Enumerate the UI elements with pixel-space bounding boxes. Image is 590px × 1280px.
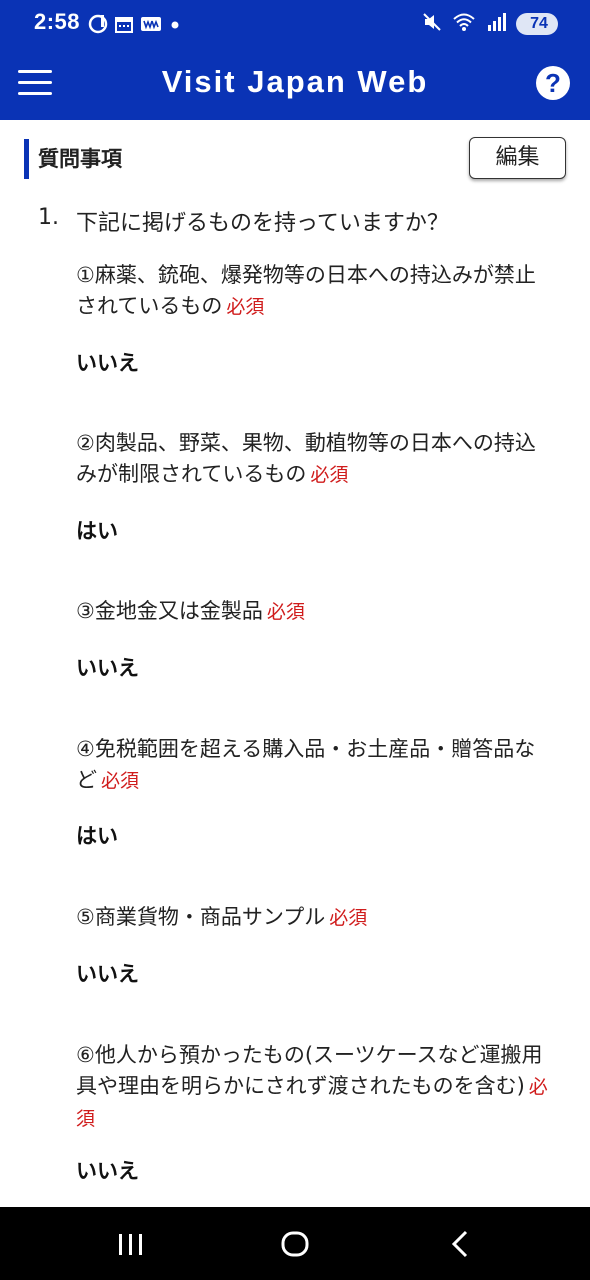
question-item: ③金地金又は金製品 必須: [76, 596, 556, 628]
item-text: ⑥他人から預かったもの(スーツケースなど運搬用具や理由を明らかにされず渡されたも…: [76, 1043, 543, 1098]
recent-apps-icon[interactable]: [100, 1221, 160, 1267]
section-header: 質問事項 編集: [24, 137, 566, 179]
question-item: ④免税範囲を超える購入品・お土産品・贈答品など 必須: [76, 734, 556, 797]
question-item: ⑤商業貨物・商品サンプル 必須: [76, 902, 556, 934]
section-accent-bar: [24, 139, 29, 179]
status-bar: 2:58 74: [0, 0, 590, 46]
required-badge: 必須: [101, 770, 140, 792]
help-button[interactable]: ?: [536, 66, 570, 100]
item-answer: いいえ: [76, 962, 139, 986]
question-item: ②肉製品、野菜、果物、動植物等の日本への持込みが制限されているもの 必須: [76, 428, 556, 491]
app-header: Visit Japan Web ?: [0, 46, 590, 120]
mute-icon: [422, 11, 442, 37]
item-text: ①麻薬、銃砲、爆発物等の日本への持込みが禁止されているもの: [76, 263, 536, 318]
status-right-icons: 74: [422, 11, 558, 37]
navigation-bar: [0, 1207, 590, 1280]
signal-icon: [486, 11, 506, 37]
item-text: ②肉製品、野菜、果物、動植物等の日本への持込みが制限されているもの: [76, 431, 536, 486]
question-number: 1.: [38, 205, 59, 230]
required-badge: 必須: [310, 464, 349, 486]
item-answer: いいえ: [76, 1159, 139, 1183]
battery-icon: 74: [516, 13, 558, 35]
app-title: Visit Japan Web: [161, 64, 429, 99]
required-badge: 必須: [329, 907, 368, 929]
calendar-icon: [114, 14, 134, 38]
status-left-icons: [88, 14, 182, 38]
item-text: ⑤商業貨物・商品サンプル: [76, 905, 326, 929]
wifi-icon: [452, 11, 476, 37]
d-payment-icon: [88, 14, 108, 38]
required-badge: 必須: [266, 601, 305, 623]
item-answer: はい: [76, 824, 118, 848]
question-text: 下記に掲げるものを持っていますか？: [76, 211, 449, 236]
question-item: ①麻薬、銃砲、爆発物等の日本への持込みが禁止されているもの 必須: [76, 260, 556, 323]
notification-dot-icon: [168, 14, 182, 38]
edit-button[interactable]: 編集: [469, 137, 566, 179]
item-answer: いいえ: [76, 351, 139, 375]
required-badge: 必須: [226, 296, 265, 318]
home-icon[interactable]: [265, 1221, 325, 1267]
back-icon[interactable]: [430, 1221, 490, 1267]
item-text: ④免税範囲を超える購入品・お土産品・贈答品など: [76, 737, 536, 792]
battery-level: 74: [530, 15, 548, 32]
question-item: ⑥他人から預かったもの(スーツケースなど運搬用具や理由を明らかにされず渡されたも…: [76, 1040, 556, 1135]
item-text: ③金地金又は金製品: [76, 599, 263, 623]
ww-app-icon: [140, 14, 162, 38]
item-answer: いいえ: [76, 656, 139, 680]
item-answer: はい: [76, 519, 118, 543]
section-title: 質問事項: [38, 147, 122, 171]
status-time: 2:58: [34, 9, 81, 34]
